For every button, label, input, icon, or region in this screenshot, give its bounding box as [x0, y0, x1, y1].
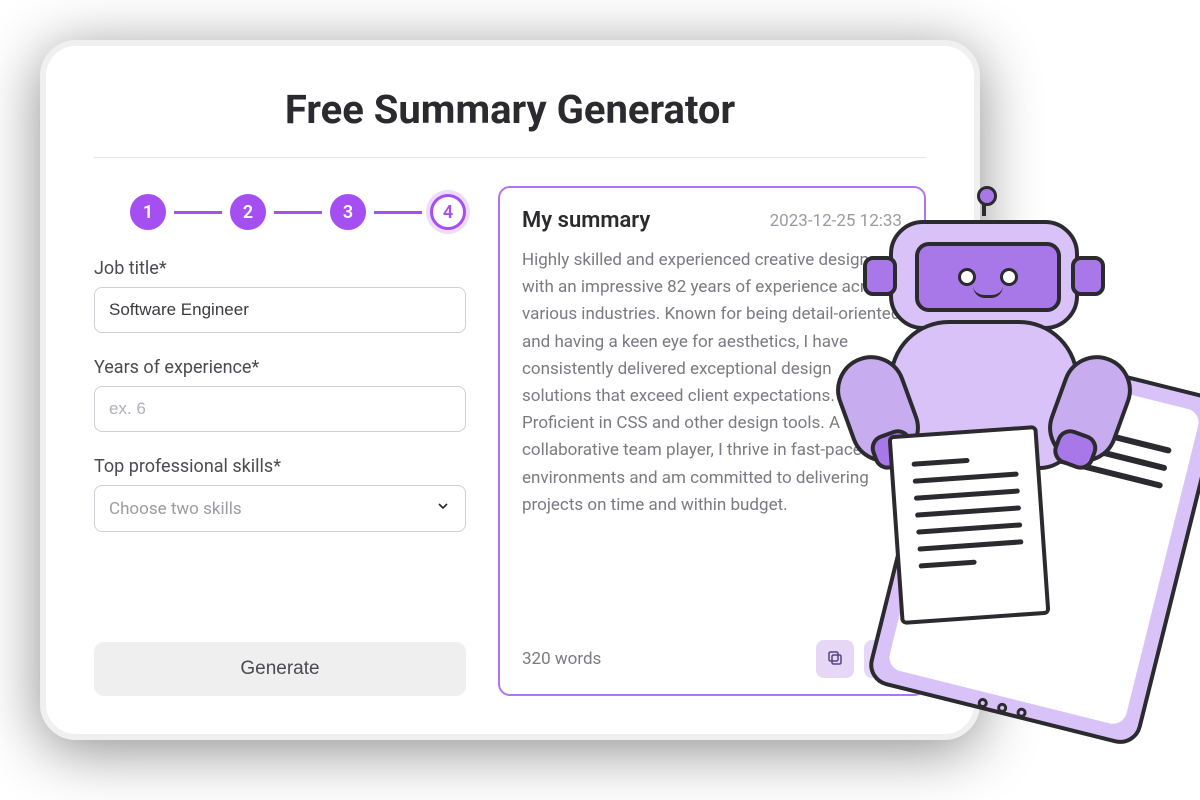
download-button[interactable] [864, 640, 902, 678]
summary-text: Highly skilled and experienced creative … [522, 247, 902, 630]
page-title: Free Summary Generator [94, 86, 926, 133]
summary-header: My summary 2023-12-25 12:33 [522, 208, 902, 233]
summary-actions [816, 640, 902, 678]
step-connector [174, 211, 222, 214]
experience-label: Years of experience* [94, 357, 466, 378]
step-connector [274, 211, 322, 214]
experience-input[interactable] [94, 386, 466, 432]
step-4[interactable]: 4 [430, 194, 466, 230]
skills-field: Top professional skills* Choose two skil… [94, 456, 466, 532]
download-icon [874, 649, 892, 670]
chevron-down-icon [435, 498, 451, 519]
summary-title: My summary [522, 208, 650, 233]
experience-field: Years of experience* [94, 357, 466, 432]
step-2[interactable]: 2 [230, 194, 266, 230]
divider [94, 157, 926, 158]
summary-timestamp: 2023-12-25 12:33 [770, 211, 902, 231]
job-title-input[interactable] [94, 287, 466, 333]
step-3[interactable]: 3 [330, 194, 366, 230]
copy-button[interactable] [816, 640, 854, 678]
skills-select[interactable]: Choose two skills [94, 485, 466, 532]
skills-placeholder: Choose two skills [109, 499, 242, 519]
generator-card: Free Summary Generator 1 2 3 4 Job title… [40, 40, 980, 740]
columns: 1 2 3 4 Job title* Years of experience* … [94, 186, 926, 696]
step-connector [374, 211, 422, 214]
step-indicator: 1 2 3 4 [130, 194, 466, 230]
form-column: 1 2 3 4 Job title* Years of experience* … [94, 186, 466, 696]
summary-column: My summary 2023-12-25 12:33 Highly skill… [498, 186, 926, 696]
job-title-label: Job title* [94, 258, 466, 279]
summary-panel: My summary 2023-12-25 12:33 Highly skill… [498, 186, 926, 696]
summary-footer: 320 words [522, 640, 902, 678]
generate-button[interactable]: Generate [94, 642, 466, 696]
word-count: 320 words [522, 649, 601, 669]
copy-icon [826, 649, 844, 670]
step-1[interactable]: 1 [130, 194, 166, 230]
skills-label: Top professional skills* [94, 456, 466, 477]
job-title-field: Job title* [94, 258, 466, 333]
